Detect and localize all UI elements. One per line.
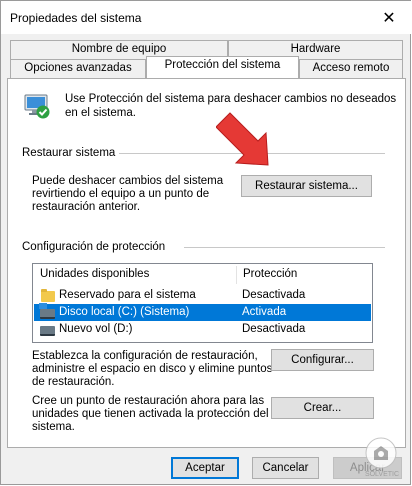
restore-desc-line1: Puede deshacer cambios del sistema — [32, 175, 224, 187]
title-bar: Propiedades del sistema ✕ — [1, 1, 412, 34]
drive-row-selected[interactable]: Disco local (C:) (Sistema) Activada — [34, 303, 371, 321]
tab-advanced-options[interactable]: Opciones avanzadas — [10, 59, 146, 78]
drive-row[interactable]: Nuevo vol (D:) Desactivada — [34, 321, 371, 338]
watermark-text: SOLVETIC — [364, 471, 400, 478]
system-drive-icon — [39, 303, 55, 319]
tab-remote-access[interactable]: Acceso remoto — [299, 59, 403, 78]
drive-status: Activada — [242, 306, 287, 318]
window-title: Propiedades del sistema — [10, 11, 142, 25]
intro-text-line1: Use Protección del sistema para deshacer… — [65, 93, 397, 105]
configure-button[interactable]: Configurar... — [271, 349, 374, 371]
drive-row[interactable]: Reservado para el sistema Desactivada — [34, 287, 371, 304]
configure-desc-line1: Establezca la configuración de restaurac… — [32, 350, 258, 362]
drive-status: Desactivada — [242, 323, 306, 335]
ok-button[interactable]: Aceptar — [171, 457, 239, 479]
drive-status: Desactivada — [242, 289, 306, 301]
system-protection-icon — [21, 89, 53, 121]
column-header-protection[interactable]: Protección — [243, 264, 297, 285]
drives-list[interactable]: Unidades disponibles Protección Reservad… — [32, 263, 373, 343]
drive-name: Disco local (C:) (Sistema) — [59, 306, 190, 318]
protection-section-divider — [184, 247, 385, 248]
drive-icon — [40, 326, 55, 336]
annotation-arrow — [215, 109, 278, 171]
restore-system-button[interactable]: Restaurar sistema... — [241, 175, 372, 197]
cancel-button[interactable]: Cancelar — [252, 457, 319, 479]
restore-desc-line3: restauración anterior. — [32, 201, 141, 213]
close-button[interactable]: ✕ — [367, 2, 411, 33]
create-button[interactable]: Crear... — [271, 397, 374, 419]
system-properties-window: Propiedades del sistema ✕ Nombre de equi… — [0, 0, 412, 485]
create-desc-line2: unidades que tienen activada la protecci… — [32, 408, 269, 420]
configure-desc-line3: de restauración. — [32, 376, 115, 388]
column-divider — [236, 266, 237, 284]
create-desc-line3: sistema. — [32, 421, 75, 433]
restore-desc-line2: revirtiendo el equipo a un punto de — [32, 188, 210, 200]
tab-system-protection[interactable]: Protección del sistema — [146, 56, 299, 78]
drive-name: Nuevo vol (D:) — [59, 323, 133, 335]
intro-text-line2: en el sistema. — [65, 107, 136, 119]
column-header-drives[interactable]: Unidades disponibles — [40, 264, 149, 285]
folder-icon — [41, 289, 55, 302]
protection-section-heading: Configuración de protección — [22, 241, 166, 253]
close-icon: ✕ — [382, 9, 396, 27]
restore-section-heading: Restaurar sistema — [22, 147, 116, 159]
drive-name: Reservado para el sistema — [59, 289, 196, 301]
create-desc-line1: Cree un punto de restauración ahora para… — [32, 395, 265, 407]
configure-desc-line2: administre el espacio en disco y elimine… — [32, 363, 273, 375]
